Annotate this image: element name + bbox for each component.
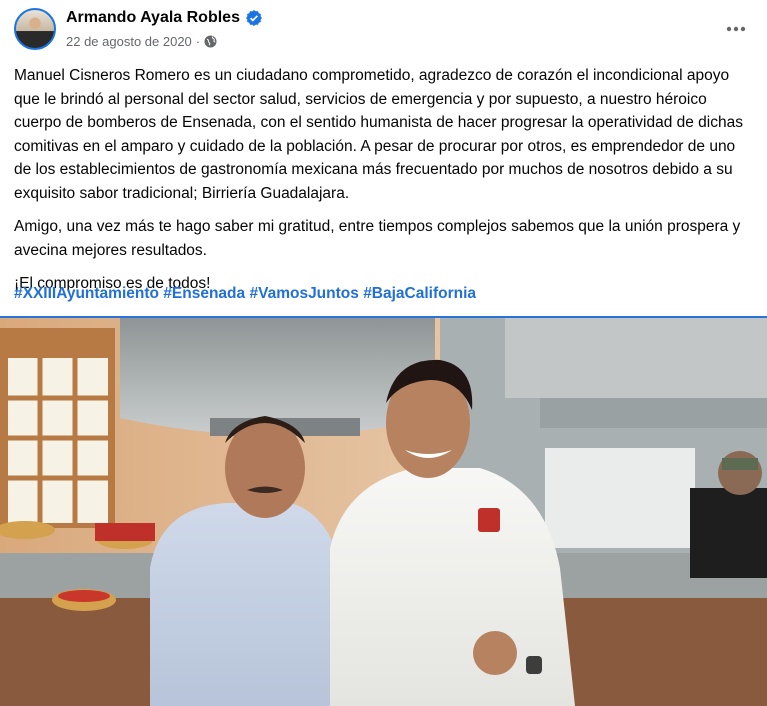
hashtag-link[interactable]: #VamosJuntos bbox=[249, 285, 358, 302]
globe-icon[interactable] bbox=[204, 35, 217, 48]
post-body: Manuel Cisneros Romero es un ciudadano c… bbox=[14, 64, 752, 306]
author-avatar[interactable] bbox=[14, 8, 56, 50]
verified-badge-icon bbox=[245, 10, 262, 26]
more-options-icon[interactable] bbox=[721, 14, 751, 44]
hashtag-row: #XXIIIAyuntamiento #Ensenada #VamosJunto… bbox=[14, 285, 476, 303]
post-paragraph: Manuel Cisneros Romero es un ciudadano c… bbox=[14, 67, 743, 202]
post-meta: 22 de agosto de 2020 · bbox=[66, 34, 217, 49]
hashtag-link[interactable]: #Ensenada bbox=[163, 285, 245, 302]
author-name[interactable]: Armando Ayala Robles bbox=[66, 9, 240, 27]
post-date[interactable]: 22 de agosto de 2020 bbox=[66, 34, 192, 49]
author-row: Armando Ayala Robles bbox=[66, 9, 262, 27]
post-header: Armando Ayala Robles 22 de agosto de 202… bbox=[0, 0, 767, 62]
meta-separator: · bbox=[195, 34, 201, 49]
hashtag-link[interactable]: #BajaCalifornia bbox=[363, 285, 476, 302]
post-photo[interactable] bbox=[0, 316, 767, 706]
post-paragraph: Amigo, una vez más te hago saber mi grat… bbox=[14, 218, 741, 259]
hashtag-link[interactable]: #XXIIIAyuntamiento bbox=[14, 285, 159, 302]
